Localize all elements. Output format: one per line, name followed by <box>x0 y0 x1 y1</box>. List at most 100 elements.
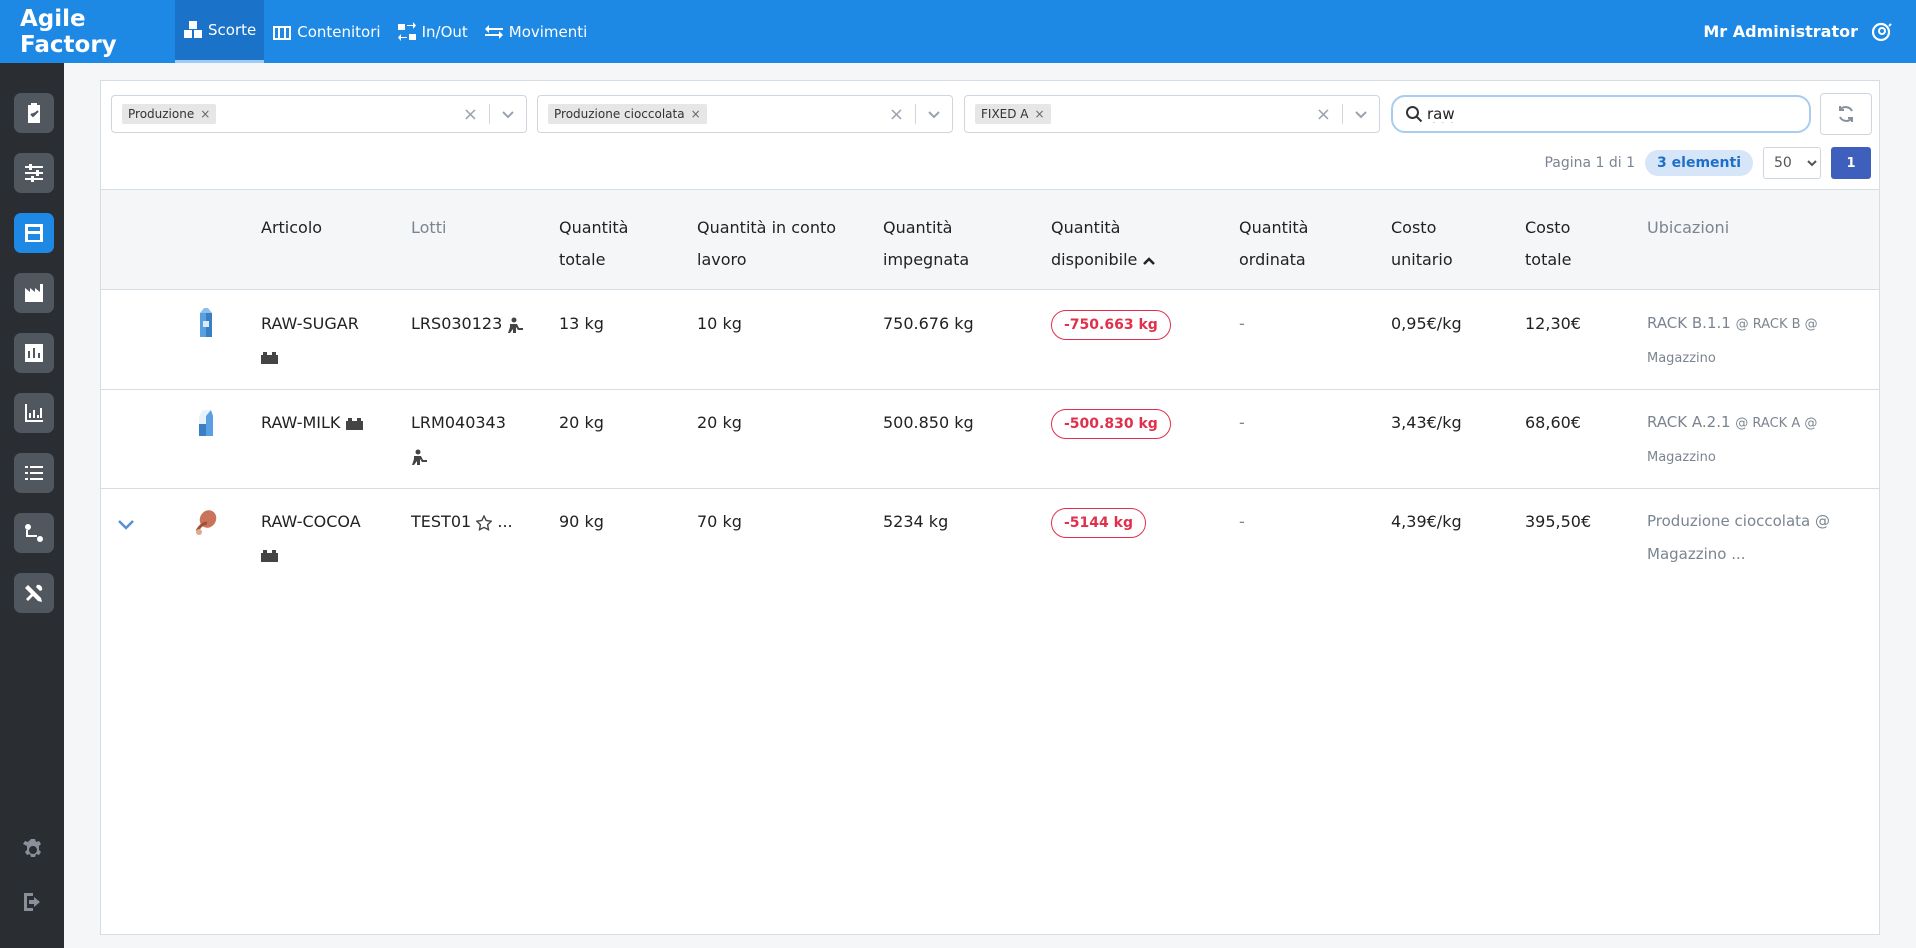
search-icon <box>1406 106 1423 123</box>
sidebar-item-production[interactable] <box>14 273 54 313</box>
col-quantita-conto-lavoro[interactable]: Quantità in conto lavoro <box>697 212 836 276</box>
chevron-down-icon[interactable] <box>926 106 942 126</box>
line-chart-icon <box>25 404 43 422</box>
table-row[interactable]: RAW-COCOA TEST01 ... 90 kg 70 kg 5234 kg… <box>101 489 1879 588</box>
clear-icon[interactable]: × <box>1316 104 1331 125</box>
col-articolo[interactable]: Articolo <box>261 212 322 244</box>
user-menu-icon[interactable] <box>1870 21 1892 43</box>
qty-conto-lavoro: 20 kg <box>697 413 742 432</box>
star-outline-icon[interactable] <box>476 514 493 531</box>
col-label: Costo <box>1525 218 1571 237</box>
article-cell[interactable]: RAW-MILK <box>261 406 363 439</box>
sidebar-item-preferences[interactable] <box>20 837 46 863</box>
col-costo-totale[interactable]: Costo totale <box>1525 212 1571 276</box>
col-label: totale <box>559 250 606 269</box>
col-label: Quantità in conto <box>697 218 837 237</box>
nav-movimenti-label: Movimenti <box>508 22 588 41</box>
sidebar-item-workflow[interactable] <box>14 513 54 553</box>
qty-total: 13 kg <box>559 314 604 333</box>
col-label: lavoro <box>697 250 747 269</box>
col-costo-unitario[interactable]: Costo unitario <box>1391 212 1453 276</box>
nav-in-out[interactable]: In/Out <box>389 0 476 63</box>
table-header: Articolo Lotti Quantità totale Quantità i… <box>101 189 1879 290</box>
unit-cost: 3,43€/kg <box>1391 413 1462 432</box>
containers-icon <box>273 25 292 40</box>
chevron-down-icon[interactable] <box>1353 106 1369 126</box>
clear-icon[interactable]: × <box>463 104 478 125</box>
brand-logo[interactable]: Agile Factory <box>0 6 175 58</box>
negative-qty-badge: -500.830 kg <box>1051 409 1171 439</box>
location-main: Produzione cioccolata @ <box>1647 512 1831 530</box>
sidebar-item-lists[interactable] <box>14 453 54 493</box>
col-quantita-impegnata[interactable]: Quantità impegnata <box>883 212 969 276</box>
location-cell[interactable]: RACK A.2.1 @ RACK A @ Magazzino <box>1647 406 1817 474</box>
page-info: Pagina 1 di 1 <box>1544 155 1636 171</box>
filter-chip: FIXED A × <box>975 104 1051 124</box>
expand-row-chevron-icon[interactable] <box>115 513 137 539</box>
article-cell[interactable]: RAW-SUGAR <box>261 307 359 373</box>
filter-chip-label: FIXED A <box>981 107 1029 121</box>
nav-contenitori[interactable]: Contenitori <box>264 0 388 63</box>
sugar-thumbnail-icon <box>200 308 212 337</box>
lot-cell[interactable]: LRS030123 <box>411 307 524 340</box>
sidebar-item-reports[interactable] <box>14 333 54 373</box>
sidebar-item-tasks[interactable] <box>14 93 54 133</box>
location-cell[interactable]: Produzione cioccolata @ Magazzino ... <box>1647 505 1830 571</box>
table-row[interactable]: RAW-MILK LRM040343 20 kg 20 kg 500.850 k… <box>101 390 1879 489</box>
sliders-icon <box>25 164 43 182</box>
refresh-button[interactable] <box>1820 93 1872 135</box>
filter-department[interactable]: Produzione × × <box>111 95 527 133</box>
chip-remove-icon[interactable]: × <box>1035 107 1045 121</box>
more-lots-ellipsis[interactable]: ... <box>497 512 512 531</box>
bar-chart-icon <box>25 344 43 362</box>
lot-cell[interactable]: LRM040343 <box>411 406 506 472</box>
chevron-down-icon[interactable] <box>500 106 516 126</box>
lot-code: TEST01 <box>411 512 472 531</box>
sidebar-item-warehouse[interactable] <box>14 213 54 253</box>
search-input[interactable] <box>1427 105 1787 123</box>
col-quantita-ordinata[interactable]: Quantità ordinata <box>1239 212 1308 276</box>
nav-scorte[interactable]: Scorte <box>175 0 265 63</box>
col-lotti[interactable]: Lotti <box>411 212 446 244</box>
total-cost: 12,30€ <box>1525 314 1581 333</box>
per-page-select[interactable]: 50 <box>1763 147 1821 179</box>
location-parent: @ RACK B @ <box>1735 317 1818 332</box>
location-main: RACK A.2.1 <box>1647 413 1731 431</box>
clear-icon[interactable]: × <box>889 104 904 125</box>
logout-icon <box>24 893 40 911</box>
sidebar-item-analytics[interactable] <box>14 393 54 433</box>
qty-conto-lavoro: 10 kg <box>697 314 742 333</box>
qty-total: 90 kg <box>559 512 604 531</box>
filter-location[interactable]: FIXED A × × <box>964 95 1380 133</box>
negative-qty-badge: -750.663 kg <box>1051 310 1171 340</box>
lot-cell[interactable]: TEST01 ... <box>411 505 513 538</box>
total-cost: 395,50€ <box>1525 512 1592 531</box>
sidebar-item-logout[interactable] <box>20 889 46 915</box>
page-button[interactable]: 1 <box>1831 147 1871 179</box>
qty-disponibile: -500.830 kg <box>1051 406 1171 439</box>
col-quantita-totale[interactable]: Quantità totale <box>559 212 628 276</box>
user-name[interactable]: Mr Administrator <box>1703 22 1858 41</box>
count-badge: 3 elementi <box>1645 150 1753 176</box>
chip-remove-icon[interactable]: × <box>200 107 210 121</box>
filter-area[interactable]: Produzione cioccolata × × <box>537 95 953 133</box>
top-bar: Agile Factory Scorte Contenitori In/Out … <box>0 0 1916 63</box>
chip-remove-icon[interactable]: × <box>691 107 701 121</box>
location-cell[interactable]: RACK B.1.1 @ RACK B @ Magazzino <box>1647 307 1818 375</box>
qty-impegnata: 750.676 kg <box>883 314 974 333</box>
qty-ordinata: - <box>1239 413 1245 432</box>
nav-movimenti[interactable]: Movimenti <box>476 0 596 63</box>
sort-asc-icon <box>1143 256 1156 265</box>
sidebar-item-tools[interactable] <box>14 573 54 613</box>
tools-icon <box>25 584 43 602</box>
table-row[interactable]: RAW-SUGAR LRS030123 13 kg 10 kg 750.676 … <box>101 291 1879 390</box>
location-parent: @ RACK A @ <box>1735 416 1818 431</box>
article-cell[interactable]: RAW-COCOA <box>261 505 361 571</box>
sidebar-item-settings-sliders[interactable] <box>14 153 54 193</box>
col-label: Costo <box>1391 218 1437 237</box>
total-cost: 68,60€ <box>1525 413 1581 432</box>
col-label: ordinata <box>1239 250 1306 269</box>
col-quantita-disponibile[interactable]: Quantità disponibile <box>1051 212 1156 276</box>
unit-cost: 0,95€/kg <box>1391 314 1462 333</box>
col-ubicazioni[interactable]: Ubicazioni <box>1647 212 1729 244</box>
